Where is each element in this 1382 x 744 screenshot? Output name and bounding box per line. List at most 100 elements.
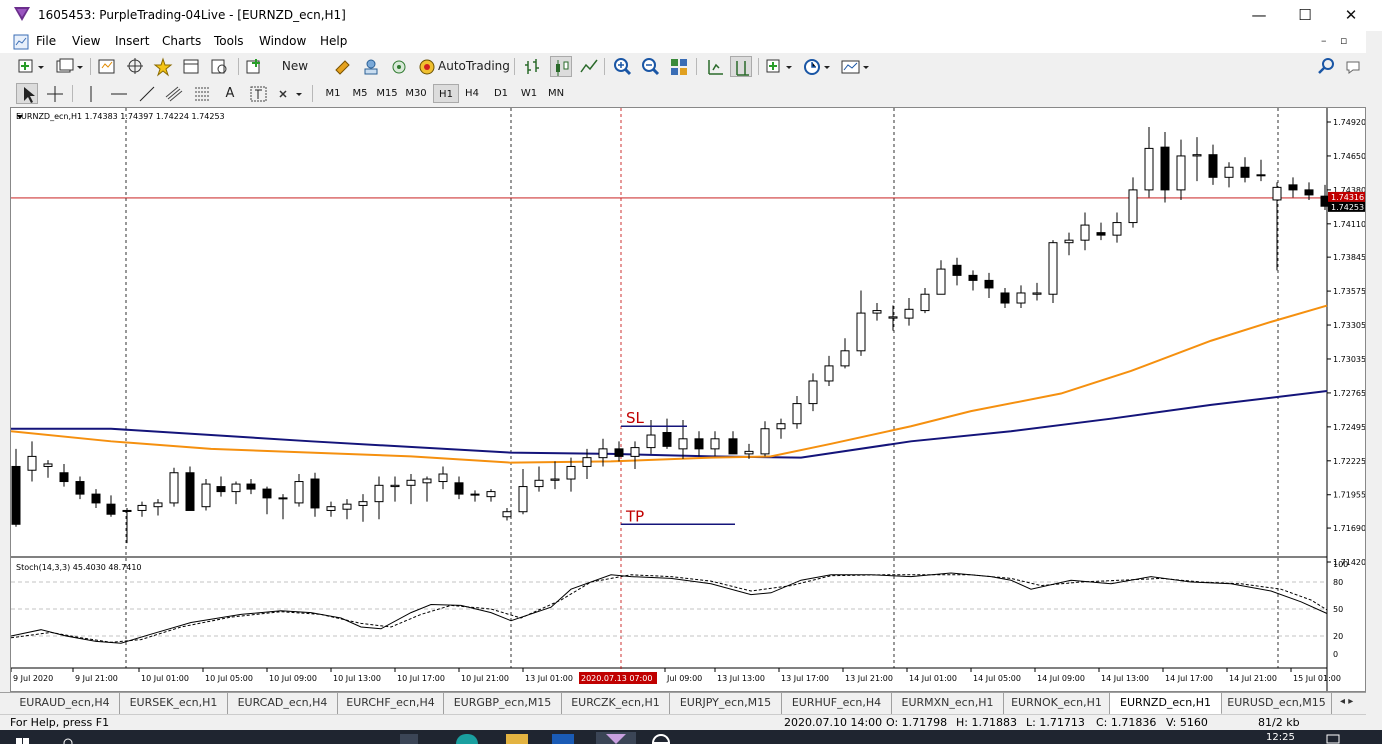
search-icon[interactable] xyxy=(1316,56,1338,77)
vps-icon[interactable] xyxy=(388,56,410,77)
menu-file[interactable]: File xyxy=(36,34,56,48)
timeframe-mn[interactable]: MN xyxy=(543,84,569,103)
task-view-icon[interactable] xyxy=(400,734,418,744)
chart-window-icon[interactable] xyxy=(13,34,29,50)
profiles-icon[interactable] xyxy=(54,56,84,77)
tile-windows-icon[interactable] xyxy=(668,56,690,77)
tab-eurusd-ecn-m15[interactable]: EURUSD_ecn,M15 xyxy=(1222,693,1332,715)
menu-charts[interactable]: Charts xyxy=(162,34,201,48)
strategy-tester-icon[interactable] xyxy=(208,56,230,77)
tab-eurnzd-ecn-h1[interactable]: EURNZD_ecn,H1 xyxy=(1110,693,1222,715)
scroll-chart-icon[interactable] xyxy=(704,56,726,77)
equidistant-channel-icon[interactable] xyxy=(164,83,186,104)
bullish-candle xyxy=(1064,239,1074,244)
tab-eurnok-ecn-h1[interactable]: EURNOK_ecn,H1 xyxy=(1004,693,1110,715)
line-chart-icon[interactable] xyxy=(578,56,600,77)
status-help: For Help, press F1 xyxy=(10,716,110,729)
fibonacci-icon[interactable] xyxy=(192,83,214,104)
right-scrollbar[interactable] xyxy=(1366,31,1382,730)
taskbar-search-icon[interactable] xyxy=(62,736,76,744)
metaeditor-icon[interactable] xyxy=(332,56,354,77)
text-label-icon[interactable] xyxy=(248,83,270,104)
tab-eurhuf-ecn-h4[interactable]: EURHUF_ecn,H4 xyxy=(782,693,892,715)
notifications-icon[interactable] xyxy=(1326,734,1340,744)
navigator-icon[interactable] xyxy=(124,56,146,77)
cursor-icon[interactable] xyxy=(16,83,38,104)
indicators-icon[interactable] xyxy=(764,56,796,77)
new-chart-icon[interactable] xyxy=(16,56,46,77)
autotrading-button[interactable]: AutoTrading xyxy=(438,56,510,77)
metatrader-taskbar-icon[interactable] xyxy=(596,732,636,744)
mail-icon[interactable] xyxy=(552,734,574,744)
tab-eurczk-ecn-h1[interactable]: EURCZK_ecn,H1 xyxy=(562,693,670,715)
tab-euraud-ecn-h4[interactable]: EURAUD_ecn,H4 xyxy=(10,693,120,715)
chart-shift-icon[interactable] xyxy=(730,56,752,77)
tab-eurjpy-ecn-m15[interactable]: EURJPY_ecn,M15 xyxy=(670,693,782,715)
bearish-candle xyxy=(310,478,320,509)
time-tick-label: 10 Jul 17:00 xyxy=(397,674,445,683)
zoom-in-icon[interactable] xyxy=(612,56,634,77)
zoom-out-icon[interactable] xyxy=(640,56,662,77)
tab-eurmxn-ecn-h1[interactable]: EURMXN_ecn,H1 xyxy=(892,693,1004,715)
stoch-level-label: 100 xyxy=(1333,560,1348,569)
app-icon[interactable] xyxy=(652,734,670,744)
menu-window[interactable]: Window xyxy=(259,34,306,48)
maximize-button[interactable]: ☐ xyxy=(1282,0,1328,31)
timeframe-m1[interactable]: M1 xyxy=(320,84,346,103)
bar-chart-icon[interactable] xyxy=(522,56,544,77)
bearish-candle xyxy=(1000,292,1010,304)
menu-insert[interactable]: Insert xyxy=(115,34,149,48)
mdi-restore-button[interactable]: ▫ xyxy=(1340,34,1347,47)
menu-help[interactable]: Help xyxy=(320,34,347,48)
bearish-candle xyxy=(1096,232,1106,236)
chat-icon[interactable] xyxy=(1344,56,1366,77)
candlestick-chart-icon[interactable] xyxy=(550,56,572,77)
timeframe-d1[interactable]: D1 xyxy=(488,84,514,103)
menu-tools[interactable]: Tools xyxy=(214,34,244,48)
horizontal-line-icon[interactable] xyxy=(108,83,130,104)
bearish-candle xyxy=(216,486,226,493)
text-tool-icon[interactable]: A xyxy=(220,83,240,104)
tab-scroll-arrows-icon[interactable]: ◂ ▸ xyxy=(1340,696,1353,707)
arrows-icon[interactable] xyxy=(276,83,306,104)
tab-eurchf-ecn-h4[interactable]: EURCHF_ecn,H4 xyxy=(338,693,444,715)
price-chart[interactable]: 1.749201.746501.743801.741101.738451.735… xyxy=(11,108,1365,691)
timeframe-w1[interactable]: W1 xyxy=(516,84,542,103)
timeframe-h4[interactable]: H4 xyxy=(459,84,485,103)
new-order-icon[interactable] xyxy=(244,56,264,77)
file-explorer-icon[interactable] xyxy=(506,734,528,744)
signals-icon[interactable] xyxy=(360,56,382,77)
autotrading-icon[interactable] xyxy=(416,56,438,77)
edge-browser-icon[interactable] xyxy=(456,734,478,744)
timeframe-m30[interactable]: M30 xyxy=(403,84,429,103)
market-watch-icon[interactable] xyxy=(96,56,118,77)
favorites-icon[interactable] xyxy=(152,56,174,77)
time-tick-label: 14 Jul 09:00 xyxy=(1037,674,1085,683)
mdi-minimize-button[interactable]: – xyxy=(1321,34,1327,47)
chart-tabs: EURAUD_ecn,H4 EURSEK_ecn,H1 EURCAD_ecn,H4 E… xyxy=(0,692,1366,715)
vertical-line-icon[interactable] xyxy=(80,83,102,104)
terminal-icon[interactable] xyxy=(180,56,202,77)
tab-eurgbp-ecn-m15[interactable]: EURGBP_ecn,M15 xyxy=(444,693,562,715)
menu-view[interactable]: View xyxy=(72,34,100,48)
templates-icon[interactable] xyxy=(840,56,872,77)
periods-icon[interactable] xyxy=(802,56,834,77)
timeframe-h1[interactable]: H1 xyxy=(433,84,459,103)
app-logo-icon xyxy=(14,7,30,21)
timeframe-m5[interactable]: M5 xyxy=(347,84,373,103)
time-tick-label: 14 Jul 05:00 xyxy=(973,674,1021,683)
minimize-button[interactable]: — xyxy=(1236,0,1282,31)
close-button[interactable]: ✕ xyxy=(1328,0,1374,31)
bearish-candle xyxy=(185,472,195,511)
new-order-button[interactable]: New Order xyxy=(264,56,326,94)
time-tick-label: 13 Jul 17:00 xyxy=(781,674,829,683)
chart-area[interactable]: 1.74920 1.74650 1.74380 1.74110 1.73845 1.735… xyxy=(10,107,1366,692)
timeframe-m15[interactable]: M15 xyxy=(374,84,400,103)
crosshair-icon[interactable] xyxy=(44,83,66,104)
windows-start-icon[interactable] xyxy=(16,736,30,744)
tab-eursek-ecn-h1[interactable]: EURSEK_ecn,H1 xyxy=(120,693,228,715)
tab-eurcad-ecn-h4[interactable]: EURCAD_ecn,H4 xyxy=(228,693,338,715)
bearish-candle xyxy=(454,482,464,495)
bullish-candle xyxy=(678,438,688,450)
trendline-icon[interactable] xyxy=(136,83,158,104)
